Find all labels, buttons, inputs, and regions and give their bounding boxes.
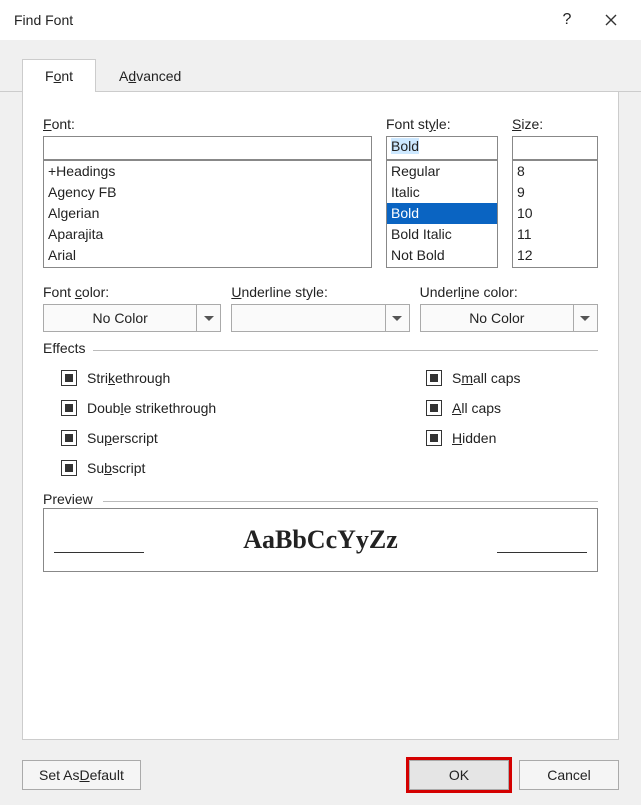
font-panel: Font: +Headings Agency FB Algerian Apara… [22,92,619,740]
checkbox-superscript[interactable]: Superscript [43,423,408,453]
checkbox-double-strikethrough[interactable]: Double strikethrough [43,393,408,423]
font-option[interactable]: Algerian [44,203,371,224]
font-style-label: Font style: [386,116,498,132]
font-label: Font: [43,116,372,132]
checkbox-all-caps[interactable]: All caps [408,393,598,423]
size-option[interactable]: 8 [513,161,597,182]
preview-box: AaBbCcYyZz [43,508,598,572]
font-option[interactable]: Arial [44,245,371,266]
size-option[interactable]: 11 [513,224,597,245]
checkbox-icon [61,400,77,416]
font-color-label: Font color: [43,284,221,300]
underline-style-dropdown[interactable] [231,304,409,332]
effects-label: Effects [43,340,90,356]
checkbox-small-caps[interactable]: Small caps [408,363,598,393]
checkbox-strikethrough[interactable]: Strikethrough [43,363,408,393]
ok-button[interactable]: OK [409,760,509,790]
font-color-dropdown[interactable]: No Color [43,304,221,332]
effects-group: Effects Strikethrough Double strikethrou… [43,350,598,483]
find-font-dialog: Find Font ? Font Advanced Font: +Heading… [0,0,641,805]
size-option[interactable]: 10 [513,203,597,224]
tabbar: Font Advanced [0,40,641,92]
tab-advanced[interactable]: Advanced [96,59,204,92]
font-listbox[interactable]: +Headings Agency FB Algerian Aparajita A… [43,160,372,268]
close-button[interactable] [589,4,633,36]
chevron-down-icon [385,305,409,331]
color-underline-row: Font color: No Color Underline style: Un… [43,284,598,332]
set-as-default-button[interactable]: Set As Default [22,760,141,790]
checkbox-hidden[interactable]: Hidden [408,423,598,453]
preview-text: AaBbCcYyZz [243,525,398,555]
font-option[interactable]: +Headings [44,161,371,182]
checkbox-icon [61,430,77,446]
checkbox-subscript[interactable]: Subscript [43,453,408,483]
checkbox-icon [426,370,442,386]
underline-color-dropdown[interactable]: No Color [420,304,598,332]
chevron-down-icon [196,305,220,331]
style-option[interactable]: Not Bold [387,245,497,266]
checkbox-icon [61,370,77,386]
font-option[interactable]: Agency FB [44,182,371,203]
titlebar: Find Font ? [0,0,641,40]
checkbox-icon [426,400,442,416]
style-option[interactable]: Regular [387,161,497,182]
size-listbox[interactable]: 8 9 10 11 12 [512,160,598,268]
size-option[interactable]: 9 [513,182,597,203]
style-option[interactable]: Bold [387,203,497,224]
dialog-title: Find Font [14,12,545,28]
underline-style-label: Underline style: [231,284,409,300]
tab-font[interactable]: Font [22,59,96,92]
button-bar: Set As Default OK Cancel [0,745,641,805]
size-option[interactable]: 12 [513,245,597,266]
size-input[interactable] [512,136,598,160]
preview-label: Preview [43,491,97,507]
checkbox-icon [426,430,442,446]
style-option[interactable]: Bold Italic [387,224,497,245]
font-selection-row: Font: +Headings Agency FB Algerian Apara… [43,116,598,268]
cancel-button[interactable]: Cancel [519,760,619,790]
close-icon [605,14,617,26]
style-option[interactable]: Italic [387,182,497,203]
checkbox-icon [61,460,77,476]
underline-color-label: Underline color: [420,284,598,300]
font-input[interactable] [43,136,372,160]
preview-group: Preview AaBbCcYyZz [43,501,598,572]
font-style-listbox[interactable]: Regular Italic Bold Bold Italic Not Bold [386,160,498,268]
chevron-down-icon [573,305,597,331]
font-option[interactable]: Aparajita [44,224,371,245]
font-style-input[interactable]: Bold [386,136,498,160]
size-label: Size: [512,116,598,132]
help-button[interactable]: ? [545,4,589,36]
